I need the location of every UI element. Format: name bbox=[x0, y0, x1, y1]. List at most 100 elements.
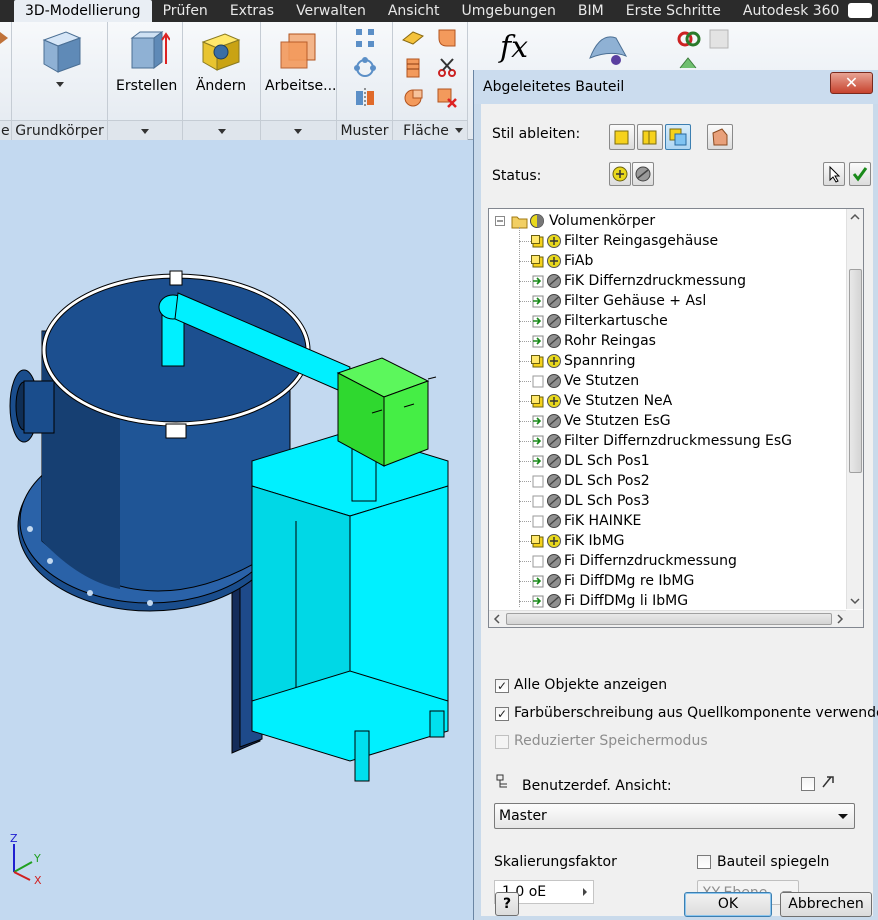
grundkoerper-box-button[interactable] bbox=[30, 26, 90, 96]
stil-surface-button[interactable] bbox=[707, 124, 733, 150]
ok-button[interactable]: OK bbox=[684, 892, 772, 917]
scroll-up-icon[interactable] bbox=[847, 209, 863, 225]
tree-item[interactable]: DL Sch Pos2 bbox=[489, 471, 847, 491]
include-plus-icon[interactable] bbox=[546, 253, 562, 269]
tree-item[interactable]: Filter Gehäuse + Asl bbox=[489, 291, 847, 311]
tab-3d-modellierung[interactable]: 3D-Modellierung bbox=[14, 0, 152, 22]
tree-root-volumenkoerper[interactable]: Volumenkörper bbox=[489, 211, 847, 231]
graphics-viewport[interactable]: Z Y X bbox=[0, 141, 473, 920]
exclude-circle-icon[interactable] bbox=[546, 373, 562, 389]
tab-verwalten[interactable]: Verwalten bbox=[285, 0, 377, 22]
ribbon-overflow-button[interactable] bbox=[848, 3, 872, 18]
link-view-icon[interactable] bbox=[819, 773, 837, 791]
chevron-down-icon[interactable] bbox=[294, 129, 302, 134]
exclude-circle-icon[interactable] bbox=[546, 553, 562, 569]
tree-hscroll-thumb[interactable] bbox=[506, 613, 832, 625]
include-plus-icon[interactable] bbox=[546, 233, 562, 249]
chevron-right-icon[interactable] bbox=[579, 885, 591, 899]
tab-pruefen[interactable]: Prüfen bbox=[152, 0, 219, 22]
extend-icon[interactable] bbox=[401, 86, 425, 110]
exclude-circle-icon[interactable] bbox=[546, 593, 562, 609]
tree-item[interactable]: DL Sch Pos1 bbox=[489, 451, 847, 471]
link-icon[interactable] bbox=[676, 26, 702, 52]
abbrechen-button[interactable]: Abbrechen bbox=[780, 892, 872, 917]
scroll-down-icon[interactable] bbox=[847, 593, 863, 609]
tab-autodesk-360[interactable]: Autodesk 360 bbox=[732, 0, 851, 22]
include-plus-icon[interactable] bbox=[546, 533, 562, 549]
close-button[interactable]: ✕ bbox=[830, 72, 873, 94]
alle-objekte-checkbox[interactable]: ✓ bbox=[495, 679, 509, 693]
exclude-circle-icon[interactable] bbox=[546, 493, 562, 509]
bauteil-spiegeln-checkbox[interactable] bbox=[697, 855, 711, 869]
surface-icon[interactable] bbox=[586, 28, 630, 68]
exclude-circle-icon[interactable] bbox=[546, 273, 562, 289]
exclude-circle-icon[interactable] bbox=[546, 453, 562, 469]
scroll-left-icon[interactable] bbox=[489, 611, 505, 627]
tree-item[interactable]: Rohr Reingas bbox=[489, 331, 847, 351]
exclude-circle-icon[interactable] bbox=[546, 573, 562, 589]
mirror-icon[interactable] bbox=[353, 86, 377, 110]
exclude-circle-icon[interactable] bbox=[546, 413, 562, 429]
view-combo[interactable]: Master bbox=[494, 803, 855, 829]
tree-horizontal-scrollbar[interactable] bbox=[489, 610, 848, 627]
include-plus-icon[interactable] bbox=[546, 393, 562, 409]
tree-item[interactable]: FiK IbMG bbox=[489, 531, 847, 551]
select-pointer-button[interactable] bbox=[823, 162, 845, 186]
tab-bim[interactable]: BIM bbox=[567, 0, 615, 22]
tree-item[interactable]: Fi Differnzdruckmessung bbox=[489, 551, 847, 571]
tree-scroll-thumb[interactable] bbox=[849, 269, 862, 473]
tab-umgebungen[interactable]: Umgebungen bbox=[451, 0, 567, 22]
exclude-circle-icon[interactable] bbox=[546, 293, 562, 309]
tree-item[interactable]: Filterkartusche bbox=[489, 311, 847, 331]
exclude-circle-icon[interactable] bbox=[546, 513, 562, 529]
arbeitselemente-button[interactable]: Arbeitse... bbox=[265, 26, 336, 96]
help-button[interactable]: ? bbox=[495, 892, 519, 916]
aendern-button[interactable]: Ändern bbox=[191, 26, 251, 96]
exclude-circle-icon[interactable] bbox=[546, 433, 562, 449]
exclude-circle-icon[interactable] bbox=[546, 313, 562, 329]
ansicht-link-checkbox[interactable] bbox=[801, 777, 815, 791]
chevron-down-icon[interactable] bbox=[218, 129, 226, 134]
collapse-minus-icon[interactable] bbox=[495, 216, 505, 226]
tree-item[interactable]: Fi DiffDMg re IbMG bbox=[489, 571, 847, 591]
status-include-button[interactable] bbox=[609, 162, 631, 186]
tree-item[interactable]: Ve Stutzen bbox=[489, 371, 847, 391]
tree-item[interactable]: FiK HAINKE bbox=[489, 511, 847, 531]
erstellen-button[interactable]: Erstellen bbox=[116, 26, 177, 96]
apply-check-button[interactable] bbox=[849, 162, 871, 186]
tree-item[interactable]: DL Sch Pos3 bbox=[489, 491, 847, 511]
fx-button[interactable]: fx bbox=[500, 30, 528, 65]
dialog-titlebar[interactable]: Abgeleitetes Bauteil ✕ bbox=[474, 70, 878, 104]
stitch-icon[interactable] bbox=[401, 56, 425, 80]
tab-erste-schritte[interactable]: Erste Schritte bbox=[615, 0, 732, 22]
tree-item[interactable]: Ve Stutzen EsG bbox=[489, 411, 847, 431]
tree-item[interactable]: FiAb bbox=[489, 251, 847, 271]
reduzierter-speichermodus-checkbox[interactable] bbox=[495, 735, 509, 749]
tree-item[interactable]: Filter Reingasgehäuse bbox=[489, 231, 847, 251]
include-plus-icon[interactable] bbox=[546, 353, 562, 369]
rectangular-pattern-icon[interactable] bbox=[353, 26, 377, 50]
tree-vertical-scrollbar[interactable] bbox=[846, 209, 863, 609]
exclude-circle-icon[interactable] bbox=[546, 333, 562, 349]
stil-single-body-button[interactable] bbox=[609, 124, 635, 150]
tab-ansicht[interactable]: Ansicht bbox=[377, 0, 451, 22]
tree-item[interactable]: Ve Stutzen NeA bbox=[489, 391, 847, 411]
stil-seams-button[interactable] bbox=[637, 124, 663, 150]
trim-scissors-icon[interactable] bbox=[435, 56, 459, 80]
status-exclude-button[interactable] bbox=[632, 162, 654, 186]
body-tree[interactable]: Volumenkörper Filter Reingasgehäuse FiAb Fi… bbox=[488, 208, 864, 628]
chevron-down-icon[interactable] bbox=[454, 128, 463, 133]
tree-item[interactable]: FiK Differnzdruckmessung bbox=[489, 271, 847, 291]
stil-solid-bodies-button[interactable] bbox=[665, 124, 691, 150]
chevron-down-icon[interactable] bbox=[141, 129, 149, 134]
delete-face-icon[interactable] bbox=[435, 86, 459, 110]
patch-icon[interactable] bbox=[435, 26, 459, 50]
tree-item[interactable]: Spannring bbox=[489, 351, 847, 371]
exclude-circle-icon[interactable] bbox=[546, 473, 562, 489]
thicken-icon[interactable] bbox=[401, 26, 425, 50]
tree-item[interactable]: Filter Differnzdruckmessung EsG bbox=[489, 431, 847, 451]
tree-item[interactable]: Fi DiffDMg li IbMG bbox=[489, 591, 847, 611]
tab-extras[interactable]: Extras bbox=[219, 0, 285, 22]
circular-pattern-icon[interactable] bbox=[353, 56, 377, 80]
farbueberschreibung-checkbox[interactable]: ✓ bbox=[495, 707, 509, 721]
